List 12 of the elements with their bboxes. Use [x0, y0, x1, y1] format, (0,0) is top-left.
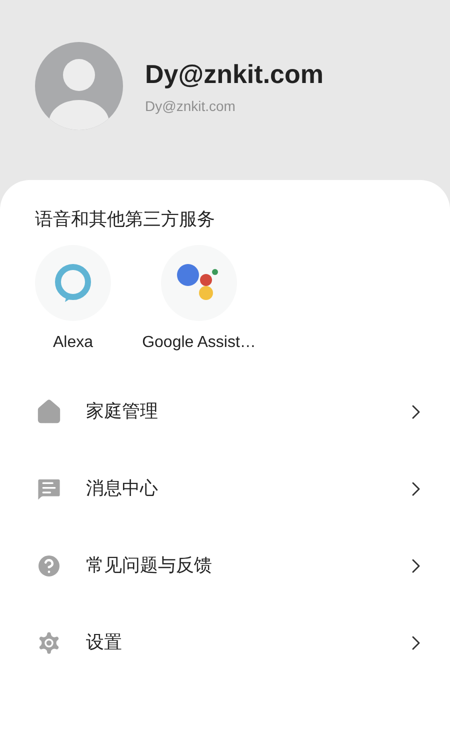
- avatar-icon: [35, 42, 123, 130]
- service-button[interactable]: Alexa: [15, 245, 131, 355]
- ring-logo-icon: [53, 263, 93, 303]
- menu-item[interactable]: 常见问题与反馈: [0, 527, 450, 604]
- section-title: 语音和其他第三方服务: [34, 208, 216, 231]
- menu-item[interactable]: 设置: [0, 604, 450, 681]
- account-email: Dy@znkit.com: [145, 97, 236, 116]
- account-name: Dy@znkit.com: [145, 58, 324, 91]
- menu-item[interactable]: 家庭管理: [0, 373, 450, 450]
- menu-item[interactable]: 消息中心: [0, 450, 450, 527]
- service-button[interactable]: Google Assist…: [141, 245, 257, 355]
- home-icon: [35, 398, 63, 426]
